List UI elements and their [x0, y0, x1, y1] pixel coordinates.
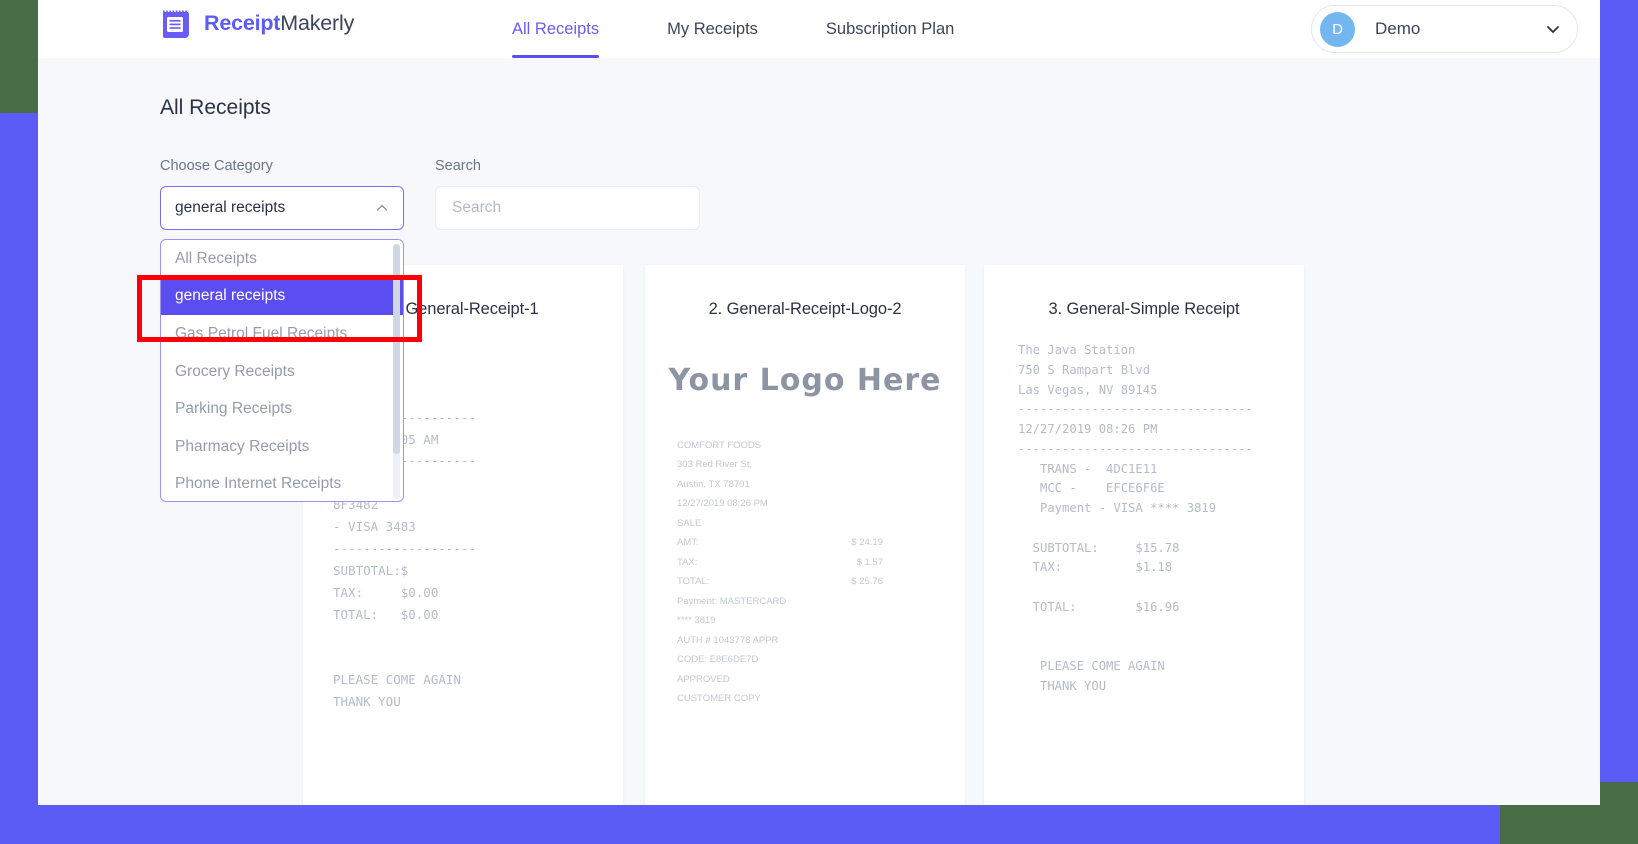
- user-name-label: Demo: [1375, 19, 1421, 38]
- receipt-line: TAX: $ 1.57: [677, 553, 945, 572]
- receipt-line-key: AMT:: [677, 537, 699, 549]
- receipt-preview: COMFORT FOODS 303 Red River St, Austin, …: [645, 436, 965, 709]
- nav-item-my-receipts[interactable]: My Receipts: [667, 0, 758, 58]
- receipt-line-key: AUTH # 1043778 APPR CODE: E8E6DE7D: [677, 634, 779, 666]
- dropdown-option-gas-petrol-fuel-receipts[interactable]: Gas Petrol Fuel Receipts: [161, 315, 403, 353]
- brand-text-primary: Receipt: [204, 11, 281, 35]
- main-nav: All Receipts My Receipts Subscription Pl…: [512, 0, 954, 58]
- receipt-line-key: TAX:: [677, 556, 698, 568]
- receipt-card[interactable]: 2. General-Receipt-Logo-2 Your Logo Here…: [645, 265, 965, 805]
- receipt-line: Payment: MASTERCARD **** 3819: [677, 592, 945, 631]
- search-field-label: Search: [435, 158, 481, 174]
- page-title: All Receipts: [160, 96, 271, 119]
- receipt-document-icon: [160, 8, 190, 39]
- page-body: All Receipts Choose Category Search gene…: [38, 58, 1600, 805]
- receipt-line: Austin, TX 78701: [677, 475, 945, 494]
- dropdown-option-grocery-receipts[interactable]: Grocery Receipts: [161, 353, 403, 391]
- dropdown-option-parking-receipts[interactable]: Parking Receipts: [161, 390, 403, 428]
- receipt-line-value: [797, 494, 883, 513]
- receipt-line-value: $ 24.19: [851, 537, 883, 549]
- receipt-line: 303 Red River St,: [677, 455, 945, 474]
- receipt-line: SALE: [677, 514, 945, 533]
- dropdown-option-pharmacy-receipts[interactable]: Pharmacy Receipts: [161, 428, 403, 466]
- receipt-line-key: 303 Red River St,: [677, 459, 752, 471]
- receipt-card-title: 3. General-Simple Receipt: [1048, 300, 1240, 318]
- dropdown-option-phone-internet-receipts[interactable]: Phone Internet Receipts: [161, 466, 403, 501]
- avatar: D: [1320, 11, 1355, 47]
- app-window: ReceiptMakerly All Receipts My Receipts …: [38, 0, 1600, 805]
- receipt-line-value: [797, 475, 883, 494]
- chevron-up-icon: [375, 201, 389, 215]
- receipt-line-key: 12/27/2019 08:26 PM: [677, 498, 768, 510]
- receipt-logo-placeholder: Your Logo Here: [668, 363, 942, 398]
- receipt-card-title: 2. General-Receipt-Logo-2: [708, 300, 902, 318]
- user-menu-button[interactable]: D Demo: [1311, 5, 1578, 53]
- receipt-line: APPROVED: [677, 670, 945, 689]
- category-dropdown-menu[interactable]: All Receipts general receipts Gas Petrol…: [160, 239, 404, 502]
- top-navigation-bar: ReceiptMakerly All Receipts My Receipts …: [38, 0, 1600, 58]
- dropdown-option-general-receipts[interactable]: general receipts: [161, 277, 403, 316]
- background-strip-top-left: [0, 0, 38, 113]
- receipt-line-key: Payment: MASTERCARD **** 3819: [677, 595, 787, 627]
- category-select[interactable]: general receipts: [160, 186, 404, 230]
- receipt-line: TOTAL: $ 25.76: [677, 572, 945, 591]
- receipt-card[interactable]: 3. General-Simple Receipt The Java Stati…: [984, 265, 1304, 805]
- receipt-line-key: CUSTOMER COPY: [677, 693, 761, 705]
- receipt-line-key: COMFORT FOODS: [677, 440, 762, 451]
- receipt-line: AMT: $ 24.19: [677, 533, 945, 552]
- brand-wordmark: ReceiptMakerly: [204, 11, 354, 36]
- nav-item-subscription-plan[interactable]: Subscription Plan: [826, 0, 954, 58]
- receipt-line-value: $ 25.76: [851, 576, 883, 588]
- receipt-line-value: [797, 514, 883, 533]
- receipt-line-value: $ 1.57: [856, 556, 883, 568]
- receipt-preview: The Java Station 750 S Rampart Blvd Las …: [1018, 343, 1253, 694]
- receipt-line-key: Austin, TX 78701: [677, 478, 750, 490]
- receipt-line: 12/27/2019 08:26 PM: [677, 494, 945, 513]
- app-root: ReceiptMakerly All Receipts My Receipts …: [0, 0, 1638, 844]
- chevron-down-icon: [1545, 21, 1561, 37]
- brand-text-secondary: Makerly: [280, 11, 355, 35]
- nav-item-all-receipts[interactable]: All Receipts: [512, 0, 600, 58]
- category-dropdown-list: All Receipts general receipts Gas Petrol…: [161, 240, 403, 501]
- receipt-line: CUSTOMER COPY: [677, 689, 945, 708]
- brand-logo[interactable]: ReceiptMakerly: [160, 8, 354, 39]
- category-select-value: general receipts: [175, 199, 286, 216]
- receipt-line-key: APPROVED: [677, 673, 730, 685]
- dropdown-scrollbar-thumb[interactable]: [393, 244, 400, 454]
- receipt-line-key: TOTAL:: [677, 576, 710, 588]
- receipt-line-value: [797, 436, 883, 455]
- dropdown-option-all-receipts[interactable]: All Receipts: [161, 240, 403, 278]
- category-field-label: Choose Category: [160, 158, 273, 174]
- receipt-line-value: [797, 455, 883, 474]
- receipt-line-key: SALE: [677, 517, 702, 529]
- receipt-line: AUTH # 1043778 APPR CODE: E8E6DE7D: [677, 631, 945, 670]
- search-input[interactable]: [435, 186, 700, 230]
- receipt-line: COMFORT FOODS: [677, 436, 945, 455]
